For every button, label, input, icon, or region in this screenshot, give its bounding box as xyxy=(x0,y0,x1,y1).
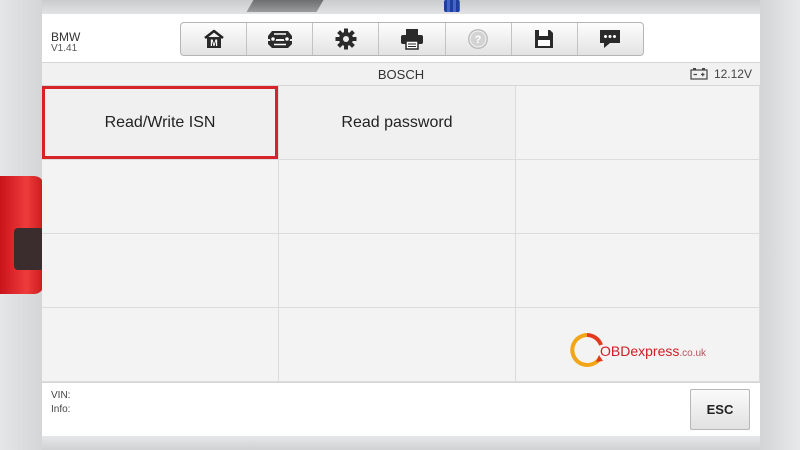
esc-button[interactable]: ESC xyxy=(690,389,750,430)
svg-text:?: ? xyxy=(475,34,482,46)
print-button[interactable] xyxy=(379,23,446,55)
vehicle-name: BMW xyxy=(51,30,81,44)
grid-cell-empty xyxy=(516,160,760,234)
message-icon xyxy=(600,30,621,48)
top-bar: BMW V1.41 M ? xyxy=(42,14,760,62)
page-title: BOSCH xyxy=(377,67,425,82)
grid-cell-empty xyxy=(516,234,760,308)
grid-cell-empty xyxy=(516,86,760,160)
vehicle-version: V1.41 xyxy=(51,43,78,54)
function-label: Read password xyxy=(341,113,453,131)
obd-connector-socket xyxy=(14,228,44,270)
grid-cell-empty xyxy=(279,234,516,308)
help-button[interactable]: ? xyxy=(446,23,512,55)
watermark-logo: OBDexpress.co.uk xyxy=(570,332,720,370)
grid-cell-empty xyxy=(279,160,516,234)
vehicle-swap-button[interactable] xyxy=(247,23,314,55)
title-bar: BOSCH 12.12V xyxy=(42,62,760,86)
watermark-ring-icon xyxy=(570,333,603,367)
battery-icon xyxy=(690,68,708,80)
watermark-text: OBDexpress.co.uk xyxy=(600,343,707,359)
background-right xyxy=(760,0,800,450)
battery-status: 12.12V xyxy=(690,67,752,81)
help-icon: ? xyxy=(468,29,489,49)
vin-label: VIN: xyxy=(51,390,71,401)
cable-dark xyxy=(246,0,324,12)
home-icon: M xyxy=(203,29,224,48)
background-top xyxy=(0,0,800,14)
grid-cell-empty xyxy=(279,308,516,382)
grid-cell-empty xyxy=(42,308,279,382)
info-label: Info: xyxy=(51,404,71,415)
messages-button[interactable] xyxy=(578,23,643,55)
function-label: Read/Write ISN xyxy=(104,113,216,131)
device-screen: BMW V1.41 M ? BOSCH 12.12V Read/Write IS… xyxy=(42,14,760,436)
bottom-bar: VIN: Info: ESC xyxy=(42,382,760,436)
gear-icon xyxy=(335,28,357,50)
home-button[interactable]: M xyxy=(181,23,248,55)
settings-button[interactable] xyxy=(313,23,380,55)
grid-cell-empty xyxy=(42,234,279,308)
function-read-write-isn[interactable]: Read/Write ISN xyxy=(42,86,279,160)
save-icon xyxy=(535,30,554,48)
battery-voltage: 12.12V xyxy=(713,67,752,81)
save-button[interactable] xyxy=(512,23,578,55)
grid-cell-empty xyxy=(42,160,279,234)
cable-blue xyxy=(444,0,460,12)
svg-text:M: M xyxy=(210,38,218,48)
function-read-password[interactable]: Read password xyxy=(279,86,516,160)
background-bottom xyxy=(0,436,800,450)
printer-icon xyxy=(400,29,423,50)
toolbar: M ? xyxy=(180,22,644,56)
vehicle-swap-icon xyxy=(267,31,292,48)
